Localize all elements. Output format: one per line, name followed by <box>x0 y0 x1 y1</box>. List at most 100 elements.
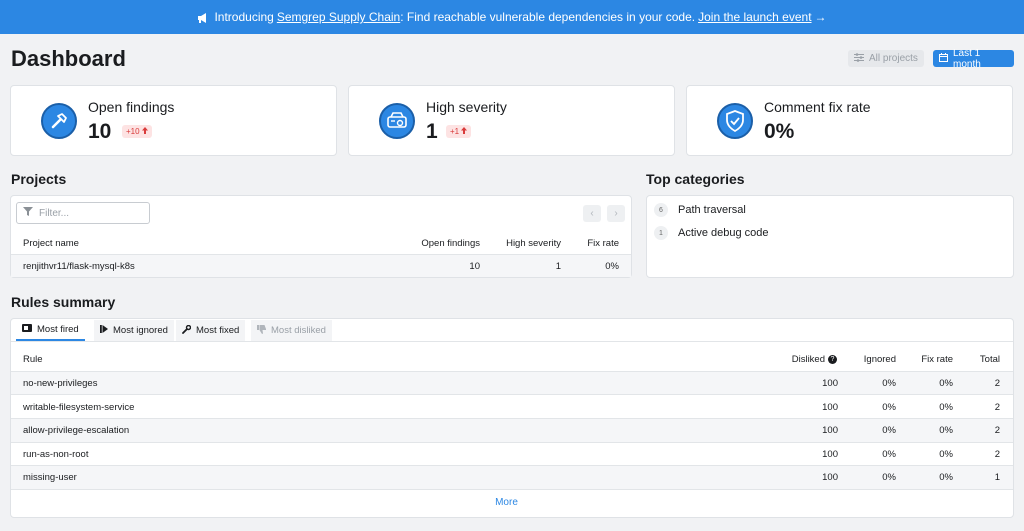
stat-value: 1 <box>426 120 438 143</box>
siren-icon <box>379 103 415 139</box>
tab-most-fired[interactable]: Most fired <box>16 320 85 341</box>
delta-value: +1 <box>450 127 460 136</box>
more-link[interactable]: More <box>0 497 1013 508</box>
rule-name-cell[interactable]: no-new-privileges <box>23 378 97 389</box>
stat-value: 0% <box>764 120 795 143</box>
stat-label: Open findings <box>88 99 175 115</box>
delta-value: +10 <box>126 127 140 136</box>
thumbs-down-icon <box>257 324 266 337</box>
table-row[interactable] <box>11 372 1013 394</box>
tab-label: Most fixed <box>196 325 240 336</box>
filter-input[interactable]: Filter... <box>16 202 150 224</box>
all-projects-label: All projects <box>869 53 918 64</box>
col-disliked-label: Disliked <box>791 354 825 365</box>
announcement-banner: Introducing Semgrep Supply Chain : Find … <box>0 0 1024 34</box>
film-icon <box>22 324 32 335</box>
ignored-cell: 0% <box>882 402 896 413</box>
disliked-cell: 100 <box>822 449 838 460</box>
banner-prefix: Introducing <box>214 10 274 24</box>
chevron-left-icon: ‹ <box>590 208 594 219</box>
open-findings-cell: 10 <box>469 261 480 272</box>
fix-rate-cell: 0% <box>939 472 953 483</box>
fix-rate-cell: 0% <box>939 402 953 413</box>
disliked-cell: 100 <box>822 402 838 413</box>
ignored-cell: 0% <box>882 425 896 436</box>
high-severity-card: High severity 1 +1 <box>348 85 675 156</box>
shield-check-icon <box>717 103 753 139</box>
category-count: 6 <box>654 203 668 217</box>
next-page-button[interactable]: › <box>607 205 625 222</box>
category-item[interactable]: 1 Active debug code <box>654 226 769 240</box>
prev-page-button[interactable]: ‹ <box>583 205 601 222</box>
col-high-severity: High severity <box>506 238 561 249</box>
rules-summary-title: Rules summary <box>11 294 116 310</box>
tab-label: Most fired <box>37 324 79 335</box>
stat-value: 10 <box>88 120 112 143</box>
tab-label: Most disliked <box>271 325 326 336</box>
col-disliked: Disliked ? <box>792 354 837 365</box>
all-projects-button[interactable]: All projects <box>848 50 924 67</box>
rule-name-cell[interactable]: missing-user <box>23 472 77 483</box>
disliked-cell: 100 <box>822 425 838 436</box>
col-total: Total <box>979 354 1000 365</box>
fix-rate-cell: 0% <box>939 425 953 436</box>
divider <box>11 394 1013 395</box>
tab-most-ignored[interactable]: Most ignored <box>94 320 174 341</box>
filter-placeholder: Filter... <box>39 207 70 219</box>
rule-name-cell[interactable]: allow-privilege-escalation <box>23 425 129 436</box>
date-range-button[interactable]: Last 1 month <box>933 47 1014 70</box>
megaphone-icon <box>197 12 209 23</box>
col-rule: Rule <box>23 354 43 365</box>
page-title: Dashboard <box>11 46 126 71</box>
col-open-findings: Open findings <box>421 238 480 249</box>
supply-chain-link[interactable]: Semgrep Supply Chain <box>277 10 400 24</box>
arrow-up-icon <box>461 127 468 136</box>
category-count: 1 <box>654 226 668 240</box>
help-icon[interactable]: ? <box>828 355 837 364</box>
table-row[interactable] <box>11 419 1013 442</box>
open-findings-card: Open findings 10 +10 <box>10 85 337 156</box>
delta-badge: +1 <box>446 125 472 138</box>
col-fix-rate: Fix rate <box>587 238 619 249</box>
category-name: Path traversal <box>678 204 746 216</box>
total-cell: 2 <box>994 425 1000 436</box>
col-fix-rate: Fix rate <box>921 354 953 365</box>
wrench-icon <box>182 324 192 337</box>
launch-event-link[interactable]: Join the launch event <box>698 10 811 24</box>
total-cell: 2 <box>994 449 1000 460</box>
ignored-cell: 0% <box>882 378 896 389</box>
arrow-right-icon: → <box>814 10 827 24</box>
tab-label: Most ignored <box>113 325 168 336</box>
rule-name-cell[interactable]: run-as-non-root <box>23 449 88 460</box>
delta-badge: +10 <box>122 125 152 138</box>
tab-most-disliked[interactable]: Most disliked <box>251 320 332 341</box>
col-ignored: Ignored <box>863 354 896 365</box>
col-project-name: Project name <box>23 238 79 249</box>
divider <box>11 489 1013 490</box>
table-row[interactable] <box>11 466 1013 489</box>
comment-fix-rate-card: Comment fix rate 0% <box>686 85 1013 156</box>
date-range-label: Last 1 month <box>953 47 981 70</box>
projects-title: Projects <box>11 171 67 187</box>
project-name-cell[interactable]: renjithvr11/flask-mysql-k8s <box>23 261 135 272</box>
category-name: Active debug code <box>678 227 769 239</box>
total-cell: 2 <box>994 378 1000 389</box>
divider <box>11 442 1013 443</box>
top-categories-title: Top categories <box>646 171 745 187</box>
disliked-cell: 100 <box>822 378 838 389</box>
stat-label: High severity <box>426 99 507 115</box>
fix-rate-cell: 0% <box>939 378 953 389</box>
rule-name-cell[interactable]: writable-filesystem-service <box>23 402 134 413</box>
skip-icon <box>100 325 108 336</box>
high-severity-cell: 1 <box>555 261 561 272</box>
disliked-cell: 100 <box>822 472 838 483</box>
category-item[interactable]: 6 Path traversal <box>654 203 746 217</box>
chevron-right-icon: › <box>614 208 618 219</box>
ignored-cell: 0% <box>882 472 896 483</box>
hammer-icon <box>41 103 77 139</box>
tab-most-fixed[interactable]: Most fixed <box>176 320 246 341</box>
arrow-up-icon <box>141 127 148 136</box>
filter-icon <box>23 207 33 219</box>
fix-rate-cell: 0% <box>605 261 619 272</box>
sliders-icon <box>854 52 864 65</box>
